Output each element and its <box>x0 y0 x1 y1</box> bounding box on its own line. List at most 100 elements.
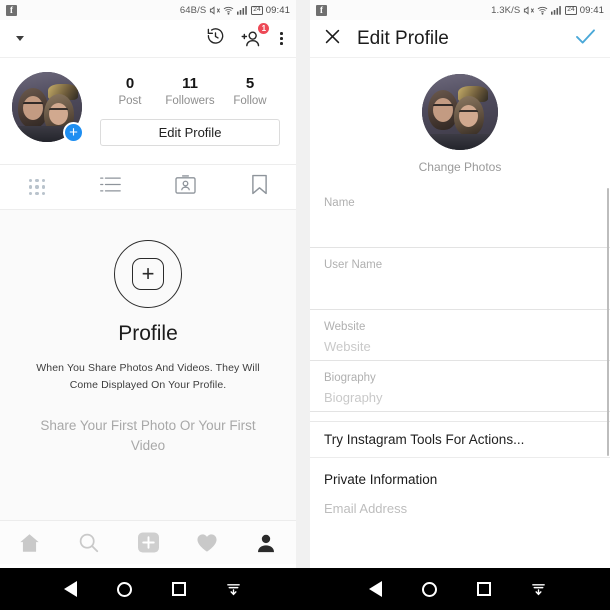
avatar-with-add-story[interactable]: + <box>12 72 84 143</box>
instagram-tools-promo-row[interactable]: Try Instagram Tools For Actions... <box>310 422 610 458</box>
home-circle-icon[interactable] <box>117 581 132 597</box>
profile-stats: 0 Post 11 Followers 5 Follow <box>96 72 284 109</box>
signal-icon <box>237 5 248 15</box>
stat-posts[interactable]: 0 Post <box>103 74 157 109</box>
stat-followers-label: Followers <box>165 95 215 107</box>
back-triangle-icon[interactable] <box>369 581 382 597</box>
page-title: Edit Profile <box>357 27 449 49</box>
username-dropdown[interactable] <box>10 28 106 50</box>
biography-field-value: Biography <box>324 390 383 405</box>
tab-saved[interactable] <box>222 165 296 209</box>
panel-divider <box>296 0 310 610</box>
chevron-down-icon <box>16 36 24 41</box>
heart-icon <box>197 533 217 552</box>
stat-followers-value: 11 <box>182 75 198 92</box>
username-field-value <box>324 271 596 309</box>
empty-state-title: Profile <box>118 322 178 345</box>
recent-square-icon[interactable] <box>172 582 186 596</box>
add-story-plus-label: + <box>69 123 78 141</box>
stat-following[interactable]: 5 Follow <box>223 74 277 109</box>
plus-square-icon: + <box>132 258 164 290</box>
stat-posts-value: 0 <box>125 75 135 92</box>
left-panel-instagram-profile: f 64B/S 24 09:41 1 + 0 Post 11 Followers… <box>0 0 296 610</box>
recent-square-icon[interactable] <box>477 582 491 596</box>
instagram-bottom-nav <box>0 520 296 564</box>
android-nav-left <box>0 568 305 610</box>
checkmark-icon[interactable] <box>575 28 596 50</box>
empty-state-description: When You Share Photos And Videos. They W… <box>36 362 260 391</box>
android-navigation-bar <box>0 568 610 610</box>
nav-add[interactable] <box>118 532 177 553</box>
private-information-section: Private Information Email Address <box>310 458 610 516</box>
edit-profile-avatar[interactable] <box>422 74 498 150</box>
tab-grid[interactable] <box>0 165 74 209</box>
person-icon <box>258 534 275 552</box>
tab-tagged[interactable] <box>148 165 222 209</box>
biography-field-label: Biography <box>324 372 376 384</box>
wifi-icon <box>223 5 234 16</box>
form-bottom-divider <box>310 421 610 422</box>
name-field-value <box>324 209 596 247</box>
close-icon[interactable] <box>324 28 341 50</box>
hide-navbar-icon[interactable] <box>226 582 241 597</box>
facebook-icon: f <box>6 4 17 16</box>
nav-search[interactable] <box>59 532 118 553</box>
username-field[interactable]: User Name <box>310 248 610 309</box>
home-circle-icon[interactable] <box>422 581 437 597</box>
change-photos-link[interactable]: Change Photos <box>419 160 502 174</box>
stat-following-value: 5 <box>245 75 255 92</box>
edit-profile-button[interactable]: Edit Profile <box>100 119 280 146</box>
status-bar-right: f 1.3K/S 24 09:41 <box>310 0 610 20</box>
mute-icon <box>523 5 535 16</box>
edit-profile-form: Name User Name Website Website Biography… <box>310 186 610 456</box>
battery-indicator: 24 <box>565 5 577 15</box>
add-photo-circle-icon[interactable]: + <box>114 240 182 308</box>
grid-icon <box>28 178 46 196</box>
instagram-app-toolbar: 1 <box>0 20 296 58</box>
private-information-title: Private Information <box>324 472 438 487</box>
website-field-label: Website <box>324 321 366 333</box>
change-photo-section: Change Photos <box>310 58 610 186</box>
bookmark-icon <box>251 174 268 200</box>
biography-field[interactable]: Biography Biography <box>310 361 610 411</box>
wifi-icon <box>537 5 548 16</box>
stat-followers[interactable]: 11 Followers <box>163 74 217 109</box>
history-clock-icon[interactable] <box>206 27 225 51</box>
empty-state-cta[interactable]: Share Your First Photo Or Your First Vid… <box>26 416 271 456</box>
network-speed-label: 1.3K/S <box>491 4 521 16</box>
notification-badge: 1 <box>257 21 271 35</box>
home-icon <box>20 533 39 552</box>
name-field-label: Name <box>324 197 355 209</box>
more-vertical-icon[interactable] <box>277 30 286 47</box>
empty-profile-state: + Profile When You Share Photos And Vide… <box>0 210 296 520</box>
nav-profile[interactable] <box>237 533 296 553</box>
add-post-icon <box>137 532 159 553</box>
email-address-field[interactable]: Email Address <box>324 501 596 516</box>
website-field-value: Website <box>324 339 371 354</box>
status-bar-left: f 64B/S 24 09:41 <box>0 0 296 20</box>
network-speed-label: 64B/S <box>179 4 207 16</box>
right-panel-edit-profile: f 1.3K/S 24 09:41 Edit Profile Change Ph… <box>310 0 610 610</box>
android-nav-right <box>305 568 610 610</box>
form-scrollbar[interactable] <box>607 188 609 456</box>
nav-activity[interactable] <box>178 533 237 553</box>
tab-list[interactable] <box>74 165 148 209</box>
mute-icon <box>209 5 221 16</box>
stat-following-label: Follow <box>233 95 267 107</box>
clock-label: 09:41 <box>265 4 290 16</box>
signal-icon <box>551 5 562 15</box>
username-field-label: User Name <box>324 259 383 271</box>
battery-indicator: 24 <box>251 5 263 15</box>
name-field[interactable]: Name <box>310 186 610 247</box>
list-icon <box>100 176 122 198</box>
tagged-person-icon <box>174 175 196 199</box>
search-icon <box>80 533 99 553</box>
back-triangle-icon[interactable] <box>64 581 77 597</box>
dual-pane-screenshot: f 64B/S 24 09:41 1 + 0 Post 11 Followers… <box>0 0 610 610</box>
add-person-icon[interactable]: 1 <box>240 21 271 49</box>
hide-navbar-icon[interactable] <box>531 582 546 597</box>
stat-posts-label: Post <box>118 95 142 107</box>
nav-home[interactable] <box>0 533 59 553</box>
website-field[interactable]: Website Website <box>310 310 610 360</box>
add-story-badge[interactable]: + <box>63 122 84 143</box>
